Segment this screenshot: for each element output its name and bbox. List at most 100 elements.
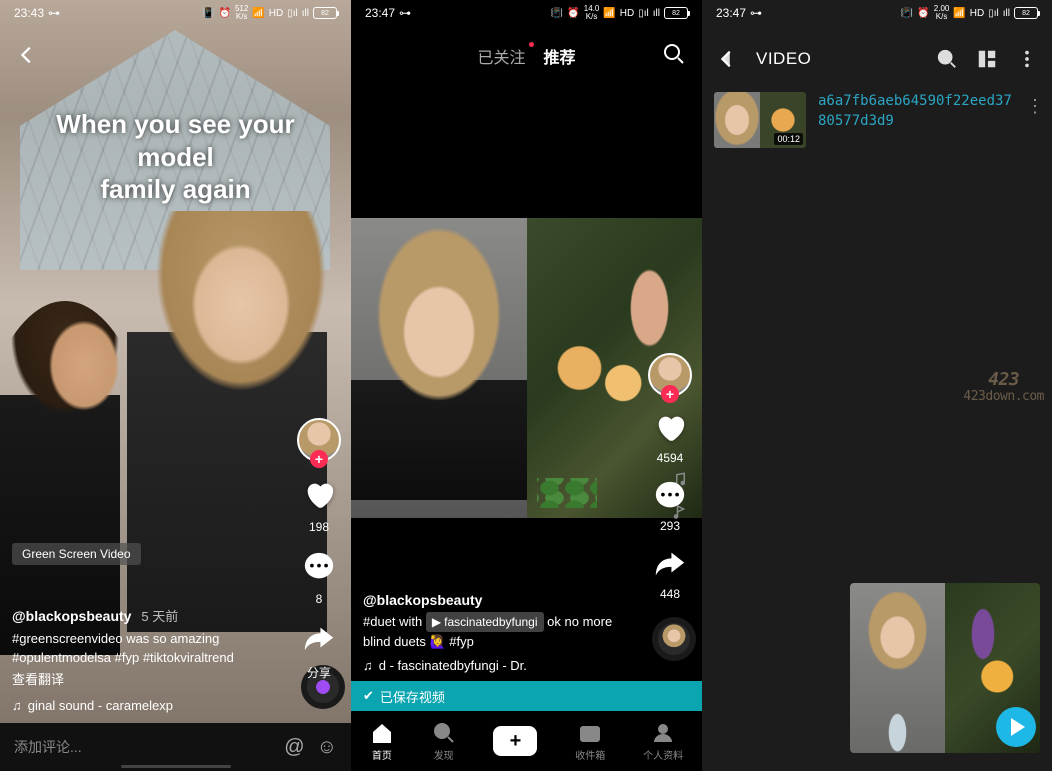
duet-left-pane — [351, 218, 527, 518]
video-thumbnail[interactable]: 00:12 — [714, 92, 806, 148]
tab-following[interactable]: 已关注 — [477, 44, 525, 68]
signal2-icon: ıll — [653, 8, 660, 19]
share-button[interactable] — [651, 545, 689, 583]
tab-recommend[interactable]: 推荐 — [544, 44, 576, 68]
vibrate-icon: 📳 — [901, 8, 913, 19]
watermark: 423 423down.com — [963, 370, 1044, 404]
wifi-icon: 📶 — [953, 8, 965, 19]
video-list-item[interactable]: 00:12 a6a7fb6aeb64590f22eed3780577d3d9 ⋮ — [714, 92, 1044, 148]
username[interactable]: @blackopsbeauty — [12, 608, 131, 624]
video-description[interactable]: #duet with ▶ fascinatedbyfungi ok no mor… — [363, 612, 632, 652]
share-label: 分享 — [307, 664, 331, 681]
video-info: @blackopsbeauty 5 天前 #greenscreenvideo w… — [12, 606, 281, 690]
music-info[interactable]: ♫ d - fascinatedbyfungi - Dr. — [363, 658, 527, 673]
watermark-url: 423down.com — [963, 390, 1044, 404]
status-key-icon: ⊶ — [48, 6, 60, 20]
music-disc[interactable] — [652, 617, 696, 661]
back-button[interactable] — [716, 48, 738, 70]
home-indicator — [121, 765, 231, 768]
battery-icon: 82 — [664, 7, 688, 19]
alarm-icon: ⏰ — [917, 8, 929, 19]
bottom-nav: 首页 发现 + 收件箱 个人资料 — [351, 711, 702, 771]
battery-icon: 82 — [1014, 7, 1038, 19]
video-preview-popup[interactable] — [850, 583, 1040, 753]
nav-home[interactable]: 首页 — [370, 721, 394, 762]
follow-plus-icon[interactable]: + — [310, 450, 328, 468]
app-bar: VIDEO — [702, 36, 1052, 82]
video-info: @blackopsbeauty #duet with ▶ fascinatedb… — [363, 592, 632, 652]
share-count: 448 — [660, 587, 680, 601]
creator-avatar[interactable]: + — [297, 418, 341, 462]
hd-icon: HD — [620, 8, 634, 19]
comment-bar: 添加评论... @ ☺ — [0, 723, 351, 771]
net-speed: 14.0K/s — [584, 5, 600, 21]
notification-dot-icon — [529, 42, 534, 47]
music-note-icon: ♫ — [12, 698, 22, 713]
music-info[interactable]: ♫ ginal sound - caramelexp — [12, 698, 173, 713]
page-title: VIDEO — [756, 49, 811, 69]
action-sidebar: + 4594 293 448 — [646, 353, 694, 601]
nav-inbox[interactable]: 收件箱 — [575, 721, 605, 762]
comment-button[interactable] — [651, 477, 689, 515]
view-toggle-button[interactable] — [976, 48, 998, 70]
nav-create[interactable]: + — [493, 726, 537, 756]
battery-icon: 82 — [313, 7, 337, 19]
phone-screen-3: 23:47 ⊶ 📳 ⏰ 2.00K/s 📶 HD ▯ıl ıll 82 VIDE… — [702, 0, 1052, 771]
saved-text: 已保存视频 — [380, 687, 445, 706]
status-bar: 23:47 ⊶ 📳 ⏰ 2.00K/s 📶 HD ▯ıl ıll 82 — [702, 0, 1052, 26]
comment-input[interactable]: 添加评论... — [14, 737, 272, 757]
hd-icon: HD — [970, 8, 984, 19]
vibrate-icon: 📳 — [202, 8, 214, 19]
status-time: 23:43 — [14, 6, 44, 20]
username[interactable]: @blackopsbeauty — [363, 592, 632, 608]
comment-button[interactable] — [300, 548, 338, 586]
video-caption-overlay: When you see your model family again — [0, 108, 351, 206]
creator-avatar[interactable]: + — [648, 353, 692, 397]
music-title: ginal sound - caramelexp — [28, 698, 173, 713]
nav-profile[interactable]: 个人资料 — [643, 721, 683, 762]
search-button[interactable] — [936, 48, 958, 70]
follow-plus-icon[interactable]: + — [661, 385, 679, 403]
share-button[interactable] — [300, 620, 338, 658]
more-button[interactable] — [1016, 48, 1038, 70]
status-time: 23:47 — [365, 6, 395, 20]
translate-link[interactable]: 查看翻译 — [12, 670, 281, 690]
hd-icon: HD — [269, 8, 283, 19]
status-bar: 23:43 ⊶ 📳 ⏰ 512K/s 📶 HD ▯ıl ıll 82 — [0, 0, 351, 26]
watermark-logo: 423 — [963, 370, 1044, 390]
video-duration: 00:12 — [774, 133, 803, 145]
comment-count: 8 — [316, 592, 323, 606]
item-more-button[interactable]: ⋮ — [1026, 92, 1044, 117]
video-description[interactable]: #greenscreenvideo was so amazing #opulen… — [12, 629, 281, 668]
back-button[interactable] — [16, 44, 38, 72]
music-note-icon: ♫ — [363, 658, 373, 673]
signal2-icon: ıll — [302, 8, 309, 19]
mention-chip[interactable]: ▶ fascinatedbyfungi — [426, 612, 544, 632]
signal-icon: ▯ıl — [988, 8, 999, 19]
signal2-icon: ıll — [1003, 8, 1010, 19]
music-title: d - fascinatedbyfungi - Dr. — [379, 658, 527, 673]
signal-icon: ▯ıl — [638, 8, 649, 19]
status-key-icon: ⊶ — [399, 6, 411, 20]
mention-icon[interactable]: @ — [284, 736, 304, 759]
search-button[interactable] — [662, 42, 686, 71]
status-key-icon: ⊶ — [750, 6, 762, 20]
net-speed: 512K/s — [235, 5, 248, 21]
emoji-icon[interactable]: ☺ — [317, 736, 337, 759]
saved-banner[interactable]: ✔ 已保存视频 — [351, 681, 702, 711]
alarm-icon: ⏰ — [219, 8, 231, 19]
effect-tag[interactable]: Green Screen Video — [12, 543, 141, 565]
vibrate-icon: 📳 — [551, 8, 563, 19]
nav-discover[interactable]: 发现 — [432, 721, 456, 762]
video-filename[interactable]: a6a7fb6aeb64590f22eed3780577d3d9 — [818, 92, 1014, 131]
signal-icon: ▯ıl — [287, 8, 298, 19]
like-button[interactable] — [300, 476, 338, 514]
wifi-icon: 📶 — [603, 8, 615, 19]
phone-screen-2: 23:47 ⊶ 📳 ⏰ 14.0K/s 📶 HD ▯ıl ıll 82 已关注 … — [351, 0, 702, 771]
post-time: 5 天前 — [141, 609, 178, 624]
like-button[interactable] — [651, 409, 689, 447]
wifi-icon: 📶 — [252, 8, 264, 19]
status-bar: 23:47 ⊶ 📳 ⏰ 14.0K/s 📶 HD ▯ıl ıll 82 — [351, 0, 702, 26]
play-button[interactable] — [996, 707, 1036, 747]
net-speed: 2.00K/s — [934, 5, 950, 21]
